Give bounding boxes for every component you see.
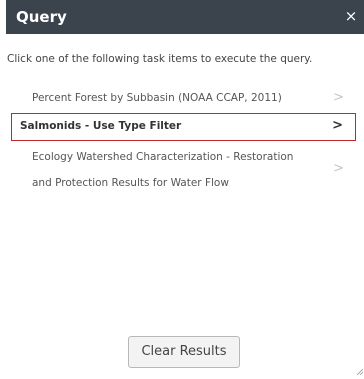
task-item-ecology-watershed[interactable]: Ecology Watershed Characterization - Res… — [12, 145, 356, 197]
panel-title: Query — [16, 8, 67, 26]
resize-grip-icon[interactable] — [356, 368, 364, 376]
instruction-text: Click one of the following task items to… — [7, 53, 313, 65]
task-item-label: Percent Forest by Subbasin (NOAA CCAP, 2… — [32, 92, 282, 104]
chevron-right-icon: > — [332, 118, 343, 133]
task-item-percent-forest[interactable]: Percent Forest by Subbasin (NOAA CCAP, 2… — [12, 86, 356, 112]
close-icon[interactable]: × — [344, 7, 358, 25]
task-item-label: Salmonids - Use Type Filter — [20, 120, 182, 132]
query-panel: Query × Click one of the following task … — [0, 0, 364, 379]
task-item-label-line2: and Protection Results for Water Flow — [32, 177, 229, 189]
chevron-right-icon: > — [333, 161, 344, 176]
clear-results-button[interactable]: Clear Results — [128, 336, 240, 368]
task-item-salmonids[interactable]: Salmonids - Use Type Filter > — [11, 113, 356, 141]
resize-grip-glyph — [356, 368, 364, 376]
panel-header: Query × — [6, 0, 364, 34]
chevron-right-icon: > — [333, 90, 344, 105]
task-item-label-line1: Ecology Watershed Characterization - Res… — [32, 151, 294, 163]
